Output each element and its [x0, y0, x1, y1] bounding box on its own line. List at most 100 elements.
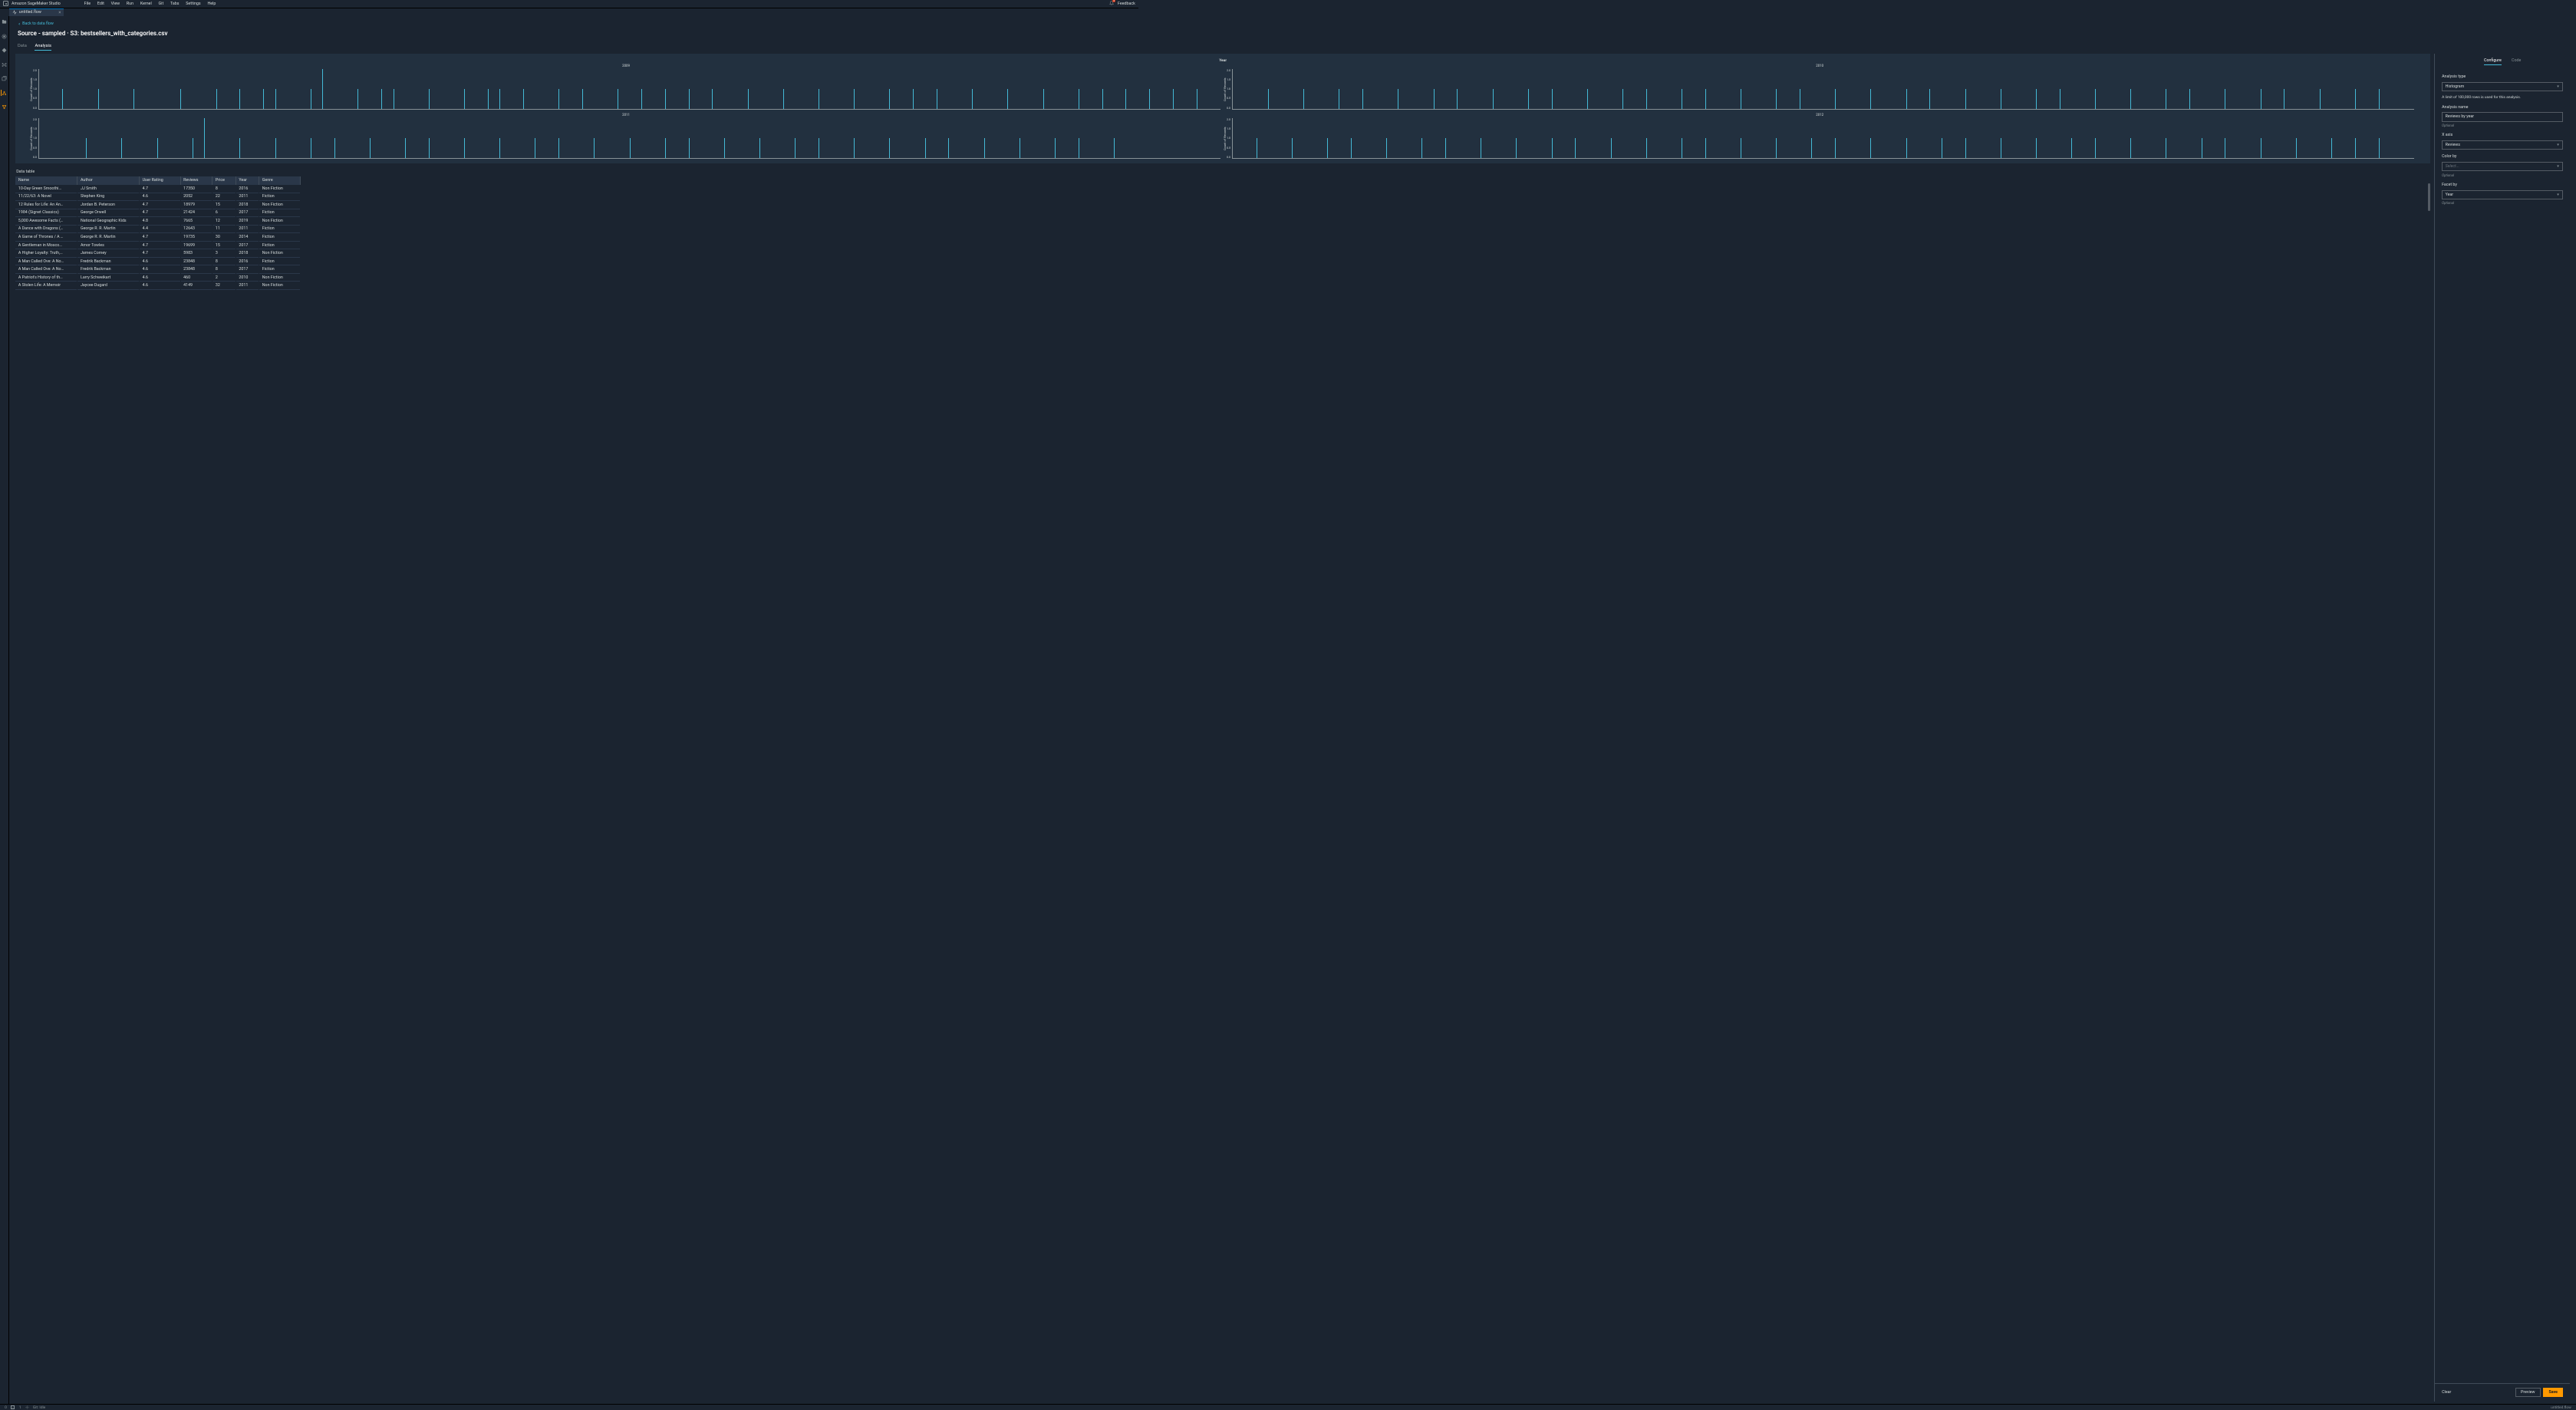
table-scrollbar[interactable]: [2428, 183, 2430, 210]
y-axis-label: Count of Records: [1223, 118, 1227, 159]
colorby-placeholder: Select...: [2446, 164, 2459, 169]
column-header[interactable]: Price: [212, 176, 236, 185]
facetby-select[interactable]: Year ▼: [2442, 190, 2563, 199]
facet-label: 2012: [1223, 114, 2416, 117]
facet-label: 2009: [29, 64, 1223, 68]
colorby-label: Color by: [2442, 154, 2563, 159]
status-left-2[interactable]: 1: [17, 1405, 23, 1410]
column-header[interactable]: User Rating: [140, 176, 181, 185]
status-left-1[interactable]: 0: [3, 1405, 9, 1410]
menu-file[interactable]: File: [81, 2, 94, 6]
xaxis-value: Reviews: [2446, 143, 2460, 147]
menu-view[interactable]: View: [107, 2, 123, 6]
table-row[interactable]: A Higher Loyalty: Truth,…James Comey4.75…: [15, 249, 300, 258]
data-table: NameAuthorUser RatingReviewsPriceYearGen…: [15, 176, 2430, 1402]
facetby-value: Year: [2446, 193, 2454, 197]
chart-panel: Year 2009Count of Records2.01.51.00.50.0…: [15, 54, 2430, 163]
histogram-plot: [1232, 118, 2414, 159]
app-title: Amazon SageMaker Studio: [12, 2, 61, 6]
file-tab-untitled[interactable]: untitled.flow ×: [9, 8, 64, 17]
preview-button[interactable]: Preview: [2515, 1388, 2541, 1397]
histogram-plot: [1232, 69, 2414, 110]
side-rail: [0, 16, 9, 1404]
histogram-plot: [38, 69, 1220, 110]
notifications-icon[interactable]: 4: [1109, 1, 1114, 7]
notification-badge: 4: [1112, 0, 1116, 2]
table-row[interactable]: A Man Called Ove: A No…Fredrik Backman4.…: [15, 257, 300, 265]
menu-git[interactable]: Git: [155, 2, 166, 6]
table-row[interactable]: A Stolen Life: A MemoirJaycee Dugard4.64…: [15, 282, 300, 290]
back-link[interactable]: Back to data flow: [15, 19, 2570, 28]
menu-kernel[interactable]: Kernel: [137, 2, 155, 6]
limit-note: A limit of 100,000 rows is used for this…: [2442, 95, 2563, 100]
table-row[interactable]: 12 Rules for Life: An An…Jordan B. Peter…: [15, 201, 300, 209]
y-axis-label: Count of Records: [29, 69, 33, 110]
clear-button[interactable]: Clear: [2442, 1390, 2451, 1395]
menu-bar: Amazon SageMaker Studio FileEditViewRunK…: [0, 0, 1138, 8]
open-tabs-icon[interactable]: [2, 76, 8, 82]
chevron-down-icon: ▼: [2556, 193, 2559, 197]
flow-file-icon: [12, 10, 17, 15]
chevron-down-icon: ▼: [2556, 143, 2559, 147]
aws-logo-icon: [3, 1, 8, 6]
analysis-name-input[interactable]: Reviews by year: [2442, 112, 2563, 121]
subtabs: Data Analysis: [15, 41, 2570, 51]
y-axis-label: Count of Records: [1223, 69, 1227, 110]
chevron-down-icon: ▼: [2556, 84, 2559, 89]
table-row[interactable]: A Gentleman in Mosco…Amor Towles4.719699…: [15, 241, 300, 249]
chart-title: Year: [29, 58, 2416, 63]
chevron-down-icon: ▼: [2556, 164, 2559, 169]
feedback-link[interactable]: Feedback: [1118, 2, 1135, 6]
main-area: Back to data flow Source - sampled · S3:…: [9, 16, 2576, 1404]
tab-data[interactable]: Data: [18, 41, 27, 51]
menu-tabs[interactable]: Tabs: [167, 2, 183, 6]
xaxis-select[interactable]: Reviews ▼: [2442, 140, 2563, 150]
git-status[interactable]: Git: Idle: [31, 1405, 48, 1410]
table-row[interactable]: A Patriot's History of th…Larry Schweika…: [15, 273, 300, 282]
chevron-left-icon: [18, 22, 21, 25]
menu-edit[interactable]: Edit: [94, 2, 107, 6]
analysis-type-select[interactable]: Histogram ▼: [2442, 82, 2563, 91]
analysis-name-label: Analysis name: [2442, 105, 2563, 110]
commands-icon[interactable]: [2, 61, 8, 68]
menu-help[interactable]: Help: [204, 2, 219, 6]
xaxis-label: X axis: [2442, 133, 2563, 137]
table-row[interactable]: A Game of Thrones / A …George R. R. Mart…: [15, 233, 300, 242]
back-link-label: Back to data flow: [22, 21, 54, 26]
git-icon[interactable]: [2, 48, 8, 54]
analysis-type-label: Analysis type: [2442, 74, 2563, 79]
terminal-icon[interactable]: [9, 1405, 18, 1408]
running-icon[interactable]: [2, 33, 8, 39]
close-icon[interactable]: ×: [58, 9, 61, 15]
column-header[interactable]: Genre: [259, 176, 300, 185]
config-panel: Configure Code Analysis type Histogram ▼…: [2434, 54, 2570, 1402]
table-row[interactable]: 11/22/63: A NovelStephen King4.620522220…: [15, 193, 300, 201]
tab-configure[interactable]: Configure: [2484, 57, 2502, 65]
optional-label: Optional: [2442, 202, 2563, 206]
folder-icon[interactable]: [2, 19, 8, 25]
menu-run[interactable]: Run: [124, 2, 137, 6]
file-tab-label: untitled.flow: [19, 10, 41, 15]
table-row[interactable]: A Man Called Ove: A No…Fredrik Backman4.…: [15, 265, 300, 274]
column-header[interactable]: Year: [236, 176, 259, 185]
tab-analysis[interactable]: Analysis: [35, 41, 51, 51]
status-bar: 0 1 Git: Idle untitled.flow: [0, 1404, 2576, 1410]
column-header[interactable]: Reviews: [180, 176, 212, 185]
tab-code[interactable]: Code: [2512, 57, 2521, 65]
column-header[interactable]: Author: [77, 176, 140, 185]
column-header[interactable]: Name: [15, 176, 77, 185]
histogram-plot: [38, 118, 1220, 159]
status-gear-icon[interactable]: [23, 1405, 31, 1409]
table-row[interactable]: 5,000 Awesome Facts (…National Geographi…: [15, 217, 300, 226]
components-icon[interactable]: [1, 90, 7, 96]
optional-label: Optional: [2442, 124, 2563, 128]
table-row[interactable]: 1984 (Signet Classics)George Orwell4.721…: [15, 209, 300, 217]
menu-settings[interactable]: Settings: [183, 2, 204, 6]
facet-label: 2010: [1223, 64, 2416, 68]
tab-strip: untitled.flow ×: [0, 8, 1138, 17]
table-row[interactable]: 10-Day Green Smoothi…JJ Smith4.717350820…: [15, 185, 300, 193]
colorby-select[interactable]: Select... ▼: [2442, 162, 2563, 171]
save-button[interactable]: Save: [2543, 1388, 2563, 1397]
table-row[interactable]: A Dance with Dragons (…George R. R. Mart…: [15, 225, 300, 233]
registry-icon[interactable]: [2, 104, 8, 110]
